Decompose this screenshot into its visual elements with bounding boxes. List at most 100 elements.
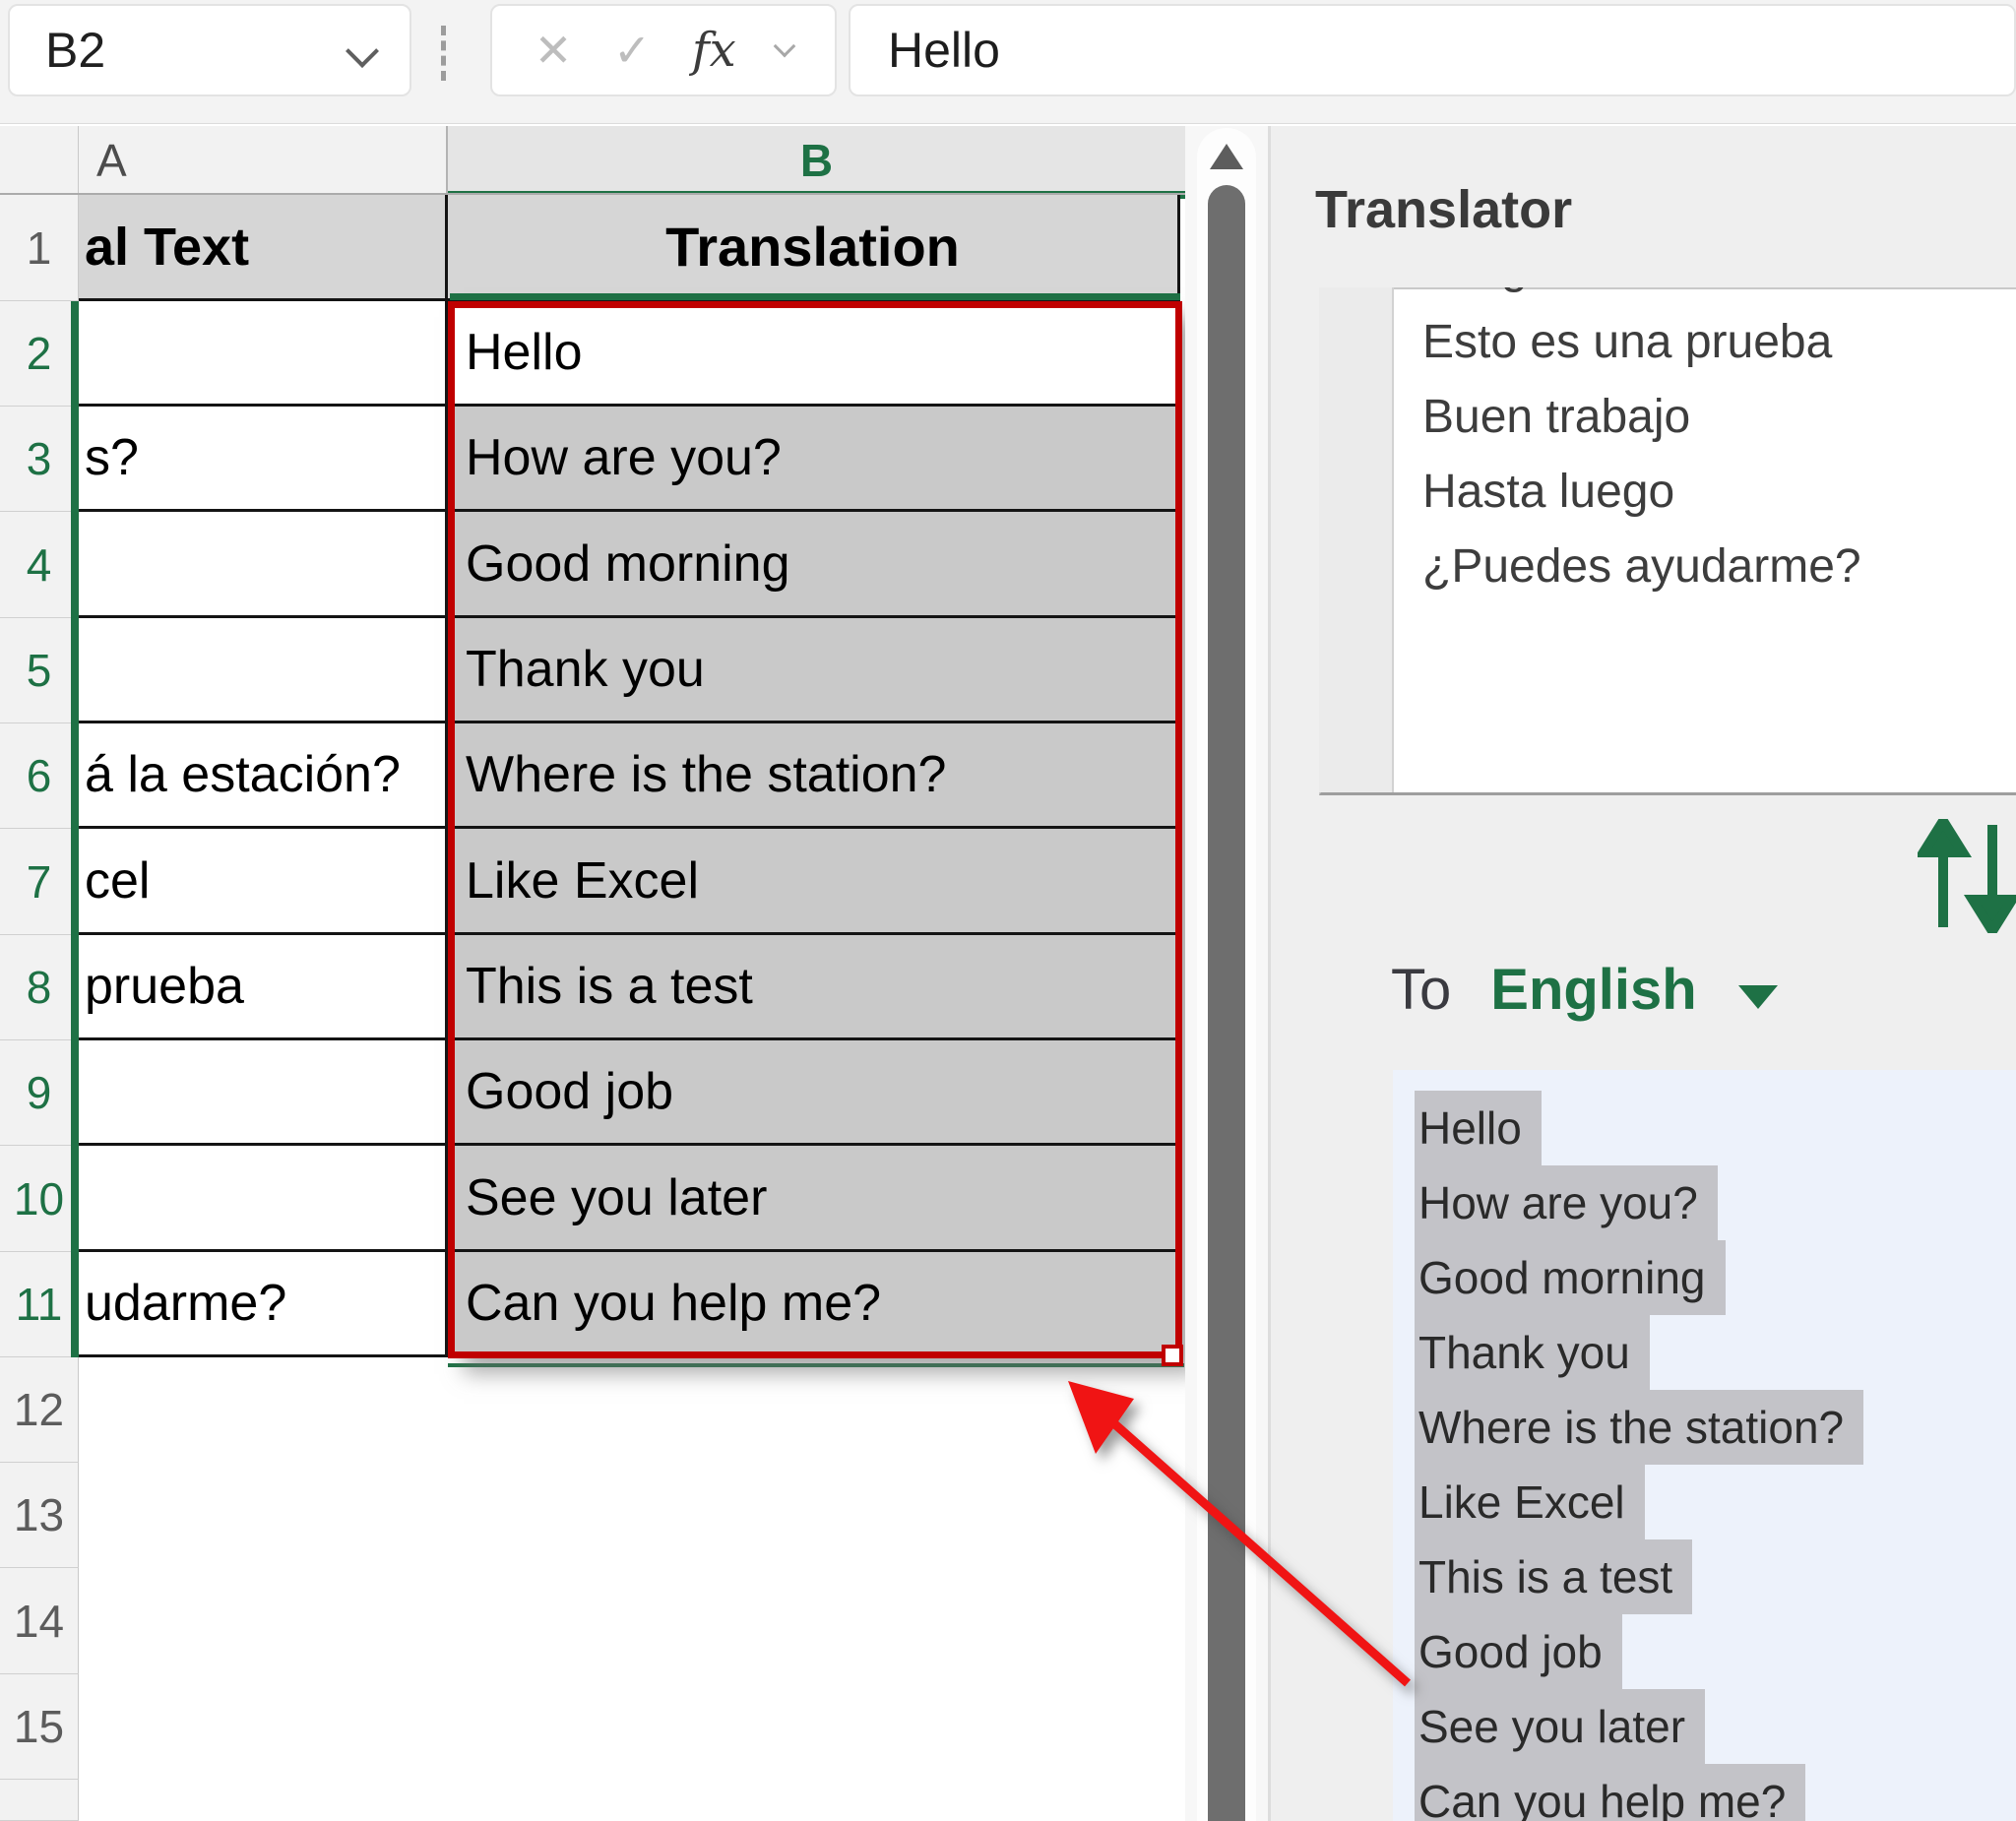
cell-text: Can you help me? bbox=[466, 1274, 881, 1333]
table-green-line bbox=[450, 293, 1180, 300]
scroll-up-icon[interactable] bbox=[1210, 144, 1243, 169]
column-letter: A bbox=[96, 134, 127, 187]
table-green-line bbox=[448, 1363, 1184, 1367]
cell-a1[interactable]: al Text bbox=[79, 195, 448, 301]
row-number: 11 bbox=[16, 1278, 63, 1331]
row-header-4[interactable]: 4 bbox=[0, 512, 79, 618]
cell-b4[interactable]: Good morning bbox=[448, 512, 1180, 618]
cell-b7[interactable]: Like Excel bbox=[448, 829, 1180, 935]
result-line: Good morning bbox=[1415, 1240, 2005, 1315]
row-header-13[interactable]: 13 bbox=[0, 1463, 79, 1568]
source-line: Buen trabajo bbox=[1422, 380, 2013, 455]
row-header-3[interactable]: 3 bbox=[0, 407, 79, 512]
cell-text: How are you? bbox=[466, 428, 782, 487]
row-header-11[interactable]: 11 bbox=[0, 1252, 79, 1357]
cell-b6[interactable]: Where is the station? bbox=[448, 723, 1180, 829]
cell-text: á la estación? bbox=[85, 745, 401, 804]
row-header-15[interactable]: 15 bbox=[0, 1674, 79, 1780]
cell-text: s? bbox=[85, 428, 139, 487]
result-line: Can you help me? bbox=[1415, 1764, 2005, 1821]
result-text: Hello bbox=[1415, 1091, 1542, 1165]
cell-a8[interactable]: prueba bbox=[79, 935, 448, 1040]
source-line-clipped: Me gusta Excel bbox=[1422, 287, 2013, 305]
cell-a10[interactable] bbox=[79, 1146, 448, 1252]
result-text: Can you help me? bbox=[1415, 1764, 1805, 1821]
cell-b3[interactable]: How are you? bbox=[448, 407, 1180, 512]
row-number: 10 bbox=[14, 1172, 64, 1225]
result-text: Good job bbox=[1415, 1614, 1622, 1689]
cell-text: udarme? bbox=[85, 1274, 286, 1333]
result-text: Thank you bbox=[1415, 1315, 1650, 1390]
cell-a11[interactable]: udarme? bbox=[79, 1252, 448, 1357]
result-line: Good job bbox=[1415, 1614, 2005, 1689]
row-number: 5 bbox=[27, 644, 52, 697]
cell-b10[interactable]: See you later bbox=[448, 1146, 1180, 1252]
source-text: Me gusta Excel Esto es una prueba Buen t… bbox=[1422, 287, 2013, 792]
column-header-b[interactable]: B bbox=[448, 126, 1185, 195]
row-header-9[interactable]: 9 bbox=[0, 1040, 79, 1146]
cell-b2-active[interactable]: Hello bbox=[448, 301, 1180, 407]
cell-text: Like Excel bbox=[466, 851, 699, 910]
source-scrollbar-gutter[interactable] bbox=[1319, 287, 1394, 792]
target-language-row[interactable]: To English bbox=[1391, 957, 1778, 1023]
row-number: 2 bbox=[27, 327, 52, 380]
fill-handle[interactable] bbox=[1162, 1345, 1183, 1366]
cell-a3[interactable]: s? bbox=[79, 407, 448, 512]
formula-bar-strip: B2 ✕ ✓ fx Hello bbox=[0, 0, 2016, 124]
row-header-14[interactable]: 14 bbox=[0, 1568, 79, 1674]
formula-bar-separator bbox=[441, 26, 446, 81]
cell-text: See you later bbox=[466, 1168, 767, 1227]
to-language-dropdown[interactable]: English bbox=[1490, 957, 1696, 1023]
row-header-12[interactable]: 12 bbox=[0, 1357, 79, 1463]
result-line: This is a test bbox=[1415, 1539, 2005, 1614]
cell-a2[interactable] bbox=[79, 301, 448, 407]
row-number: 8 bbox=[27, 961, 52, 1014]
row-header-7[interactable]: 7 bbox=[0, 829, 79, 935]
column-letter: B bbox=[800, 134, 833, 187]
result-line: Where is the station? bbox=[1415, 1390, 2005, 1465]
result-text: Like Excel bbox=[1415, 1465, 1645, 1539]
row-number: 4 bbox=[27, 538, 52, 592]
row-header-8[interactable]: 8 bbox=[0, 935, 79, 1040]
formula-buttons-group: ✕ ✓ fx bbox=[490, 4, 837, 96]
row-number: 9 bbox=[27, 1066, 52, 1119]
cell-a7[interactable]: cel bbox=[79, 829, 448, 935]
translation-result-list: Hello How are you? Good morning Thank yo… bbox=[1415, 1091, 2005, 1821]
row-number: 1 bbox=[27, 221, 52, 275]
chevron-down-icon[interactable] bbox=[774, 35, 796, 58]
row-number: 14 bbox=[14, 1595, 64, 1648]
pane-title: Translator bbox=[1315, 179, 1572, 240]
to-label: To bbox=[1391, 957, 1451, 1023]
result-line: Thank you bbox=[1415, 1315, 2005, 1390]
cell-a6[interactable]: á la estación? bbox=[79, 723, 448, 829]
cell-b9[interactable]: Good job bbox=[448, 1040, 1180, 1146]
cancel-icon[interactable]: ✕ bbox=[535, 24, 573, 77]
select-all-corner[interactable] bbox=[0, 126, 79, 195]
insert-function-icon[interactable]: fx bbox=[692, 23, 736, 78]
row-header-16[interactable] bbox=[0, 1780, 79, 1821]
cell-b1[interactable]: Translation bbox=[448, 195, 1180, 301]
row-number: 15 bbox=[14, 1700, 64, 1753]
cell-b8[interactable]: This is a test bbox=[448, 935, 1180, 1040]
cell-b5[interactable]: Thank you bbox=[448, 618, 1180, 723]
row-header-6[interactable]: 6 bbox=[0, 723, 79, 829]
row-header-2[interactable]: 2 bbox=[0, 301, 79, 407]
row-number: 7 bbox=[27, 855, 52, 909]
cell-b11[interactable]: Can you help me? bbox=[448, 1252, 1180, 1357]
swap-languages-icon[interactable] bbox=[1918, 819, 2016, 933]
dropdown-triangle-icon[interactable] bbox=[1738, 985, 1778, 1009]
formula-input[interactable]: Hello bbox=[849, 4, 2016, 96]
cell-a9[interactable] bbox=[79, 1040, 448, 1146]
vertical-scrollbar-thumb[interactable] bbox=[1208, 185, 1245, 1821]
enter-icon[interactable]: ✓ bbox=[613, 24, 652, 77]
name-box[interactable]: B2 bbox=[8, 4, 411, 96]
result-text: How are you? bbox=[1415, 1165, 1718, 1240]
cell-a4[interactable] bbox=[79, 512, 448, 618]
cell-a5[interactable] bbox=[79, 618, 448, 723]
chevron-down-icon[interactable] bbox=[346, 34, 379, 68]
column-header-a[interactable]: A bbox=[79, 126, 448, 195]
row-header-1[interactable]: 1 bbox=[0, 195, 79, 301]
row-header-10[interactable]: 10 bbox=[0, 1146, 79, 1252]
cell-text: Good job bbox=[466, 1062, 673, 1121]
row-header-5[interactable]: 5 bbox=[0, 618, 79, 723]
